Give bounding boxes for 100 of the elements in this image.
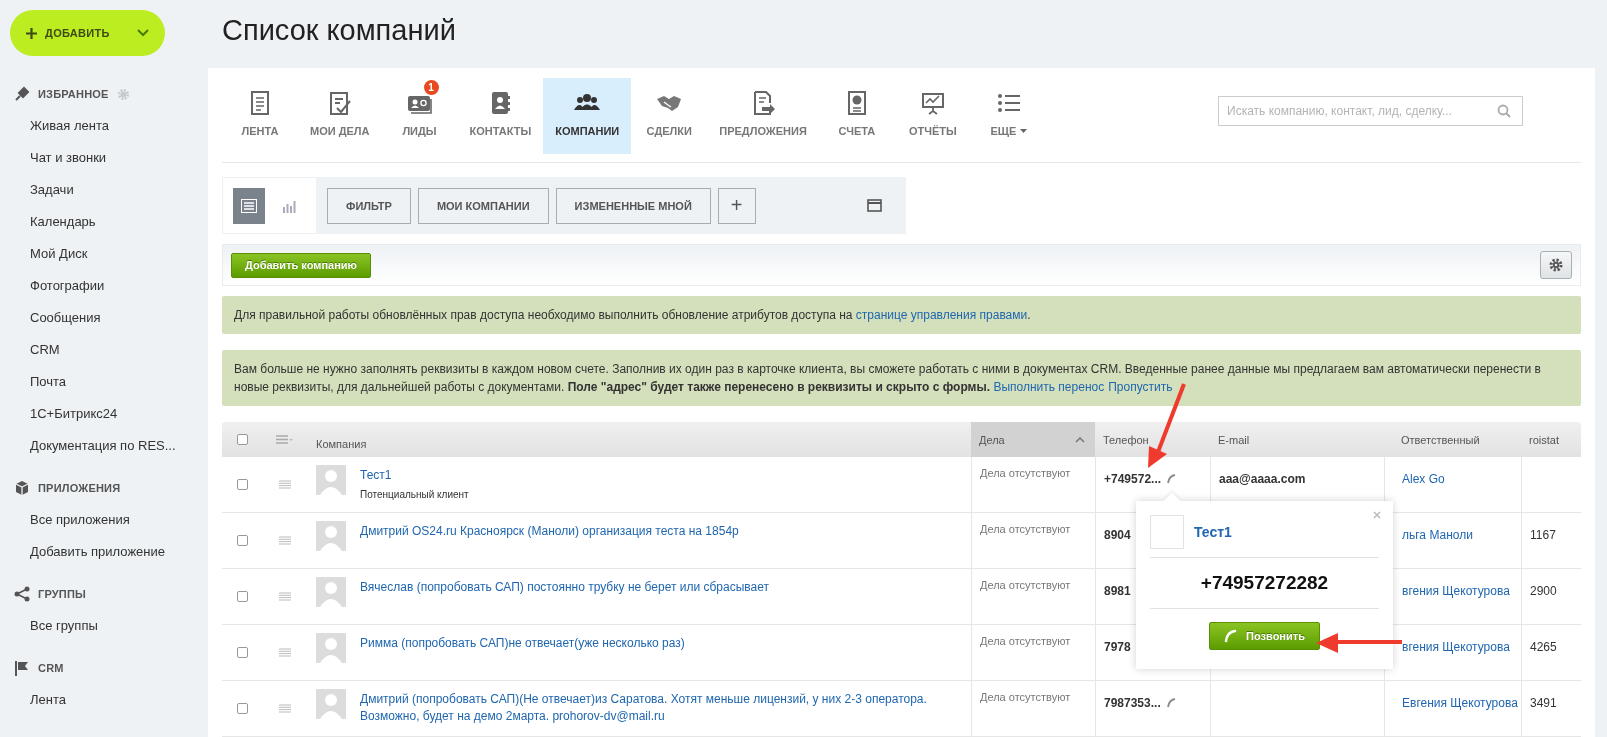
sidebar-item[interactable]: CRM xyxy=(10,334,208,366)
nav-tab[interactable]: КОНТАКТЫ xyxy=(457,78,544,154)
list-view-button[interactable] xyxy=(233,187,265,224)
sidebar-item[interactable]: Все приложения xyxy=(10,504,208,536)
roistat-cell: 4265 xyxy=(1530,639,1557,654)
nav-tab[interactable]: ОТЧЁТЫ xyxy=(894,78,971,154)
flag-icon xyxy=(14,660,30,676)
nav-tab[interactable]: СЧЕТА xyxy=(818,78,895,154)
sidebar-item[interactable]: Живая лента xyxy=(10,110,208,142)
sidebar-item[interactable]: Все группы xyxy=(10,610,208,642)
responsible-link[interactable]: Alex Go xyxy=(1402,471,1445,486)
sidebar-item[interactable]: Фотографии xyxy=(10,270,208,302)
filter-preset-button[interactable]: ИЗМЕНЕННЫЕ МНОЙ xyxy=(555,187,711,224)
select-all-checkbox[interactable] xyxy=(236,434,248,445)
notice-link[interactable]: Пропустить xyxy=(1108,380,1173,394)
company-link[interactable]: Тест1 xyxy=(360,467,469,484)
plus-icon xyxy=(26,27,37,39)
column-header[interactable]: Ответственный xyxy=(1401,433,1480,446)
roistat-cell: 2900 xyxy=(1530,583,1557,598)
sidebar-item[interactable]: 1С+Битрикс24 xyxy=(10,398,208,430)
section-title: ГРУППЫ xyxy=(38,588,87,600)
avatar-icon xyxy=(316,577,346,607)
sidebar-item[interactable]: Календарь xyxy=(10,206,208,238)
box-icon xyxy=(14,480,30,496)
sidebar-item[interactable]: Лента xyxy=(10,684,208,716)
sidebar-item[interactable]: Добавить приложение xyxy=(10,536,208,568)
settings-button[interactable] xyxy=(1540,251,1572,279)
phone-cell: 8904 xyxy=(1104,527,1131,542)
row-checkbox[interactable] xyxy=(236,703,248,714)
column-header[interactable]: roistat xyxy=(1529,433,1559,446)
share-icon xyxy=(14,586,30,602)
add-button[interactable]: ДОБАВИТЬ xyxy=(10,10,165,56)
column-menu-icon[interactable] xyxy=(276,435,294,444)
row-checkbox[interactable] xyxy=(236,479,248,490)
sidebar-item[interactable]: Задачи xyxy=(10,174,208,206)
deals-cell: Дела отсутствуют xyxy=(980,523,1071,535)
responsible-link[interactable]: вгения Щекотурова xyxy=(1402,639,1510,654)
gear-icon xyxy=(1549,258,1563,272)
nav-tab[interactable]: ЕЩЕ xyxy=(970,78,1047,154)
search-field[interactable]: Искать компанию, контакт, лид, сделку... xyxy=(1218,96,1523,126)
caret-icon xyxy=(1020,129,1028,133)
window-icon[interactable] xyxy=(867,199,882,212)
chevron-down-icon xyxy=(137,29,149,37)
company-status: Потенциальный клиент xyxy=(360,489,469,500)
row-menu-icon[interactable] xyxy=(279,704,291,713)
responsible-link[interactable]: льга Маноли xyxy=(1402,527,1473,542)
section-title: CRM xyxy=(38,662,64,674)
gear-icon[interactable] xyxy=(116,87,130,101)
row-menu-icon[interactable] xyxy=(279,592,291,601)
phone-icon xyxy=(1224,629,1239,643)
close-icon[interactable] xyxy=(1373,511,1381,519)
responsible-link[interactable]: вгения Щекотурова xyxy=(1402,583,1510,598)
company-link[interactable]: Дмитрий OS24.ru Красноярск (Маноли) организация теста на 1854р xyxy=(360,523,739,540)
nav-tab[interactable]: ЛЕНТА xyxy=(222,78,298,154)
nav-tab[interactable]: 1 ЛИДЫ xyxy=(381,78,458,154)
notice-text: Для правильной работы обновлённых прав доступа необходимо выполнить обновление атрибутов доступа на странице управления правами. xyxy=(234,307,1032,324)
nav-tab[interactable]: ПРЕДЛОЖЕНИЯ xyxy=(707,78,819,154)
section-title: ИЗБРАННОЕ xyxy=(38,88,109,100)
company-link[interactable]: Римма (попробовать САП)не отвечает(уже несколько раз) xyxy=(360,635,685,652)
sidebar-item[interactable]: Сообщения xyxy=(10,302,208,334)
sidebar-item[interactable]: Документация по RES... xyxy=(10,430,208,462)
roistat-cell: 3491 xyxy=(1530,695,1557,710)
filter-preset-button[interactable]: МОИ КОМПАНИИ xyxy=(417,187,549,224)
column-header[interactable]: E-mail xyxy=(1218,433,1250,446)
phone-cell: +749572... xyxy=(1104,471,1162,486)
company-link[interactable]: Вячеслав (попробовать САП) постоянно трубку не берет или сбрасывает xyxy=(360,579,770,596)
phone-icon[interactable] xyxy=(1166,697,1177,708)
row-checkbox[interactable] xyxy=(236,591,248,602)
chart-icon xyxy=(919,90,946,116)
nav-tab[interactable]: МОИ ДЕЛА xyxy=(298,78,382,154)
nav-tab[interactable]: СДЕЛКИ xyxy=(631,78,708,154)
phone-icon[interactable] xyxy=(1167,473,1178,484)
company-link[interactable]: Дмитрий (попробовать САП)(Не отвечает)из Саратова. Хотят меньше лицензий, у них 2-3 оператора. Возможно, будет на демо 2марта. prohorov-dv@mail.ru xyxy=(360,691,963,725)
deals-cell: Дела отсутствуют xyxy=(980,579,1071,591)
add-preset-button[interactable]: + xyxy=(717,187,756,224)
deals-cell: Дела отсутствуют xyxy=(980,467,1071,479)
phone-cell: 8981 xyxy=(1104,583,1131,598)
filter-preset-button[interactable]: ФИЛЬТР xyxy=(327,187,411,224)
row-menu-icon[interactable] xyxy=(279,648,291,657)
column-header[interactable]: Дела xyxy=(979,433,1005,446)
row-menu-icon[interactable] xyxy=(279,480,291,489)
column-header[interactable]: Телефон xyxy=(1103,433,1149,446)
avatar-placeholder xyxy=(1150,515,1184,549)
responsible-link[interactable]: Евгения Щекотурова xyxy=(1402,695,1518,710)
row-checkbox[interactable] xyxy=(236,535,248,546)
roistat-cell: 1167 xyxy=(1530,527,1556,542)
column-header[interactable]: Компания xyxy=(316,437,367,450)
nav-tab[interactable]: КОМПАНИИ xyxy=(543,78,632,154)
row-menu-icon[interactable] xyxy=(279,536,291,545)
phone-cell: 7978 xyxy=(1104,639,1131,654)
deals-cell: Дела отсутствуют xyxy=(980,691,1071,703)
sidebar-item[interactable]: Чат и звонки xyxy=(10,142,208,174)
notice-link[interactable]: Выполнить перенос xyxy=(993,380,1105,394)
section-title: ПРИЛОЖЕНИЯ xyxy=(38,482,121,494)
sidebar-item[interactable]: Мой Диск xyxy=(10,238,208,270)
sidebar-item[interactable]: Почта xyxy=(10,366,208,398)
avatar-icon xyxy=(316,465,346,495)
count-badge: 1 xyxy=(423,80,439,95)
contact-name-link[interactable]: Тест1 xyxy=(1194,524,1232,540)
row-checkbox[interactable] xyxy=(236,647,248,658)
